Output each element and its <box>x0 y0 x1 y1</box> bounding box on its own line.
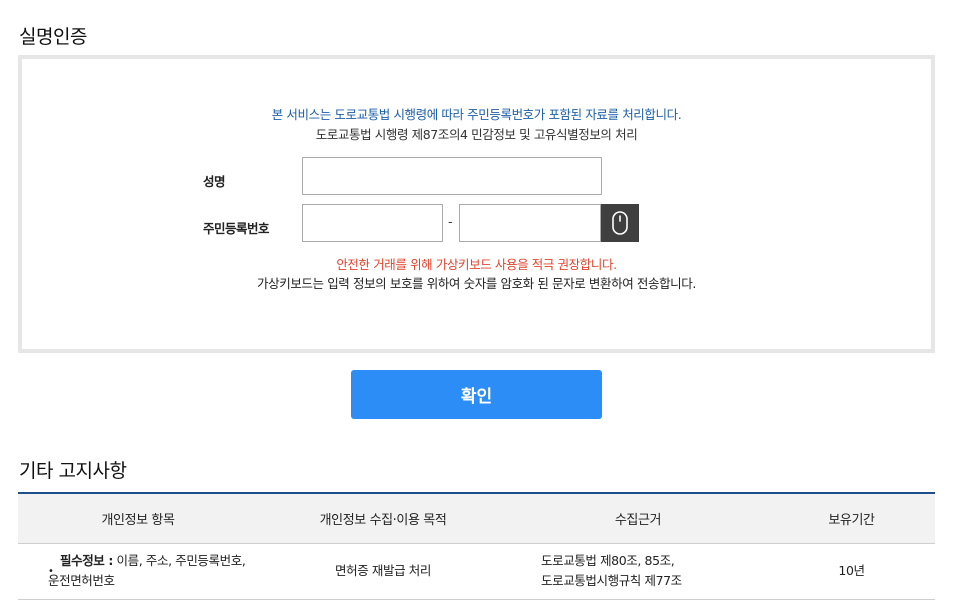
mouse-icon <box>612 211 628 235</box>
page-title: 실명인증 <box>19 26 87 48</box>
table-header-row: 개인정보 항목 개인정보 수집·이용 목적 수집근거 보유기간 <box>18 493 935 544</box>
legal-notice-blue: 본 서비스는 도로교통법 시행령에 따라 주민등록번호가 포함된 자료를 처리합… <box>271 107 682 122</box>
other-notice-title: 기타 고지사항 <box>19 460 127 482</box>
confirm-button[interactable]: 확인 <box>351 370 602 419</box>
bullet: • <box>48 565 54 577</box>
rrn-second-input[interactable] <box>459 204 601 242</box>
table-row: • 필수정보 : 이름, 주소, 주민등록번호, 운전면허번호 면허증 재발급 … <box>18 543 935 600</box>
cell-purpose: 면허증 재발급 처리 <box>258 543 508 600</box>
required-info-items-cont: 운전면허번호 <box>48 573 115 588</box>
basis-line-2: 도로교통법시행규칙 제77조 <box>541 573 682 588</box>
required-info-items: 이름, 주소, 주민등록번호, <box>112 553 246 568</box>
privacy-notice-table: 개인정보 항목 개인정보 수집·이용 목적 수집근거 보유기간 • 필수정보 :… <box>18 492 935 600</box>
header-retention: 보유기간 <box>768 493 935 544</box>
rrn-label: 주민등록번호 <box>203 221 270 236</box>
required-info-label: 필수정보 : <box>60 553 113 568</box>
name-input[interactable] <box>302 157 602 195</box>
header-basis: 수집근거 <box>508 493 768 544</box>
rrn-first-input[interactable] <box>302 204 443 242</box>
basis-line-1: 도로교통법 제80조, 85조, <box>541 553 675 568</box>
real-name-auth-box: 본 서비스는 도로교통법 시행령에 따라 주민등록번호가 포함된 자료를 처리합… <box>18 55 935 353</box>
virtual-keyboard-recommendation: 안전한 거래를 위해 가상키보드 사용을 적극 권장합니다. <box>336 257 617 272</box>
header-privacy-item: 개인정보 항목 <box>18 493 258 544</box>
cell-basis: 도로교통법 제80조, 85조, 도로교통법시행규칙 제77조 <box>508 543 768 600</box>
virtual-keyboard-description: 가상키보드는 입력 정보의 보호를 위하여 숫자를 암호화 된 문자로 변환하여… <box>257 276 696 291</box>
legal-notice-reference: 도로교통법 시행령 제87조의4 민감정보 및 고유식별정보의 처리 <box>315 127 638 142</box>
rrn-separator: - <box>448 215 453 230</box>
name-label: 성명 <box>203 174 226 189</box>
virtual-keyboard-button[interactable] <box>601 204 639 242</box>
header-purpose: 개인정보 수집·이용 목적 <box>258 493 508 544</box>
cell-privacy-item: • 필수정보 : 이름, 주소, 주민등록번호, 운전면허번호 <box>18 543 258 600</box>
cell-retention: 10년 <box>768 543 935 600</box>
